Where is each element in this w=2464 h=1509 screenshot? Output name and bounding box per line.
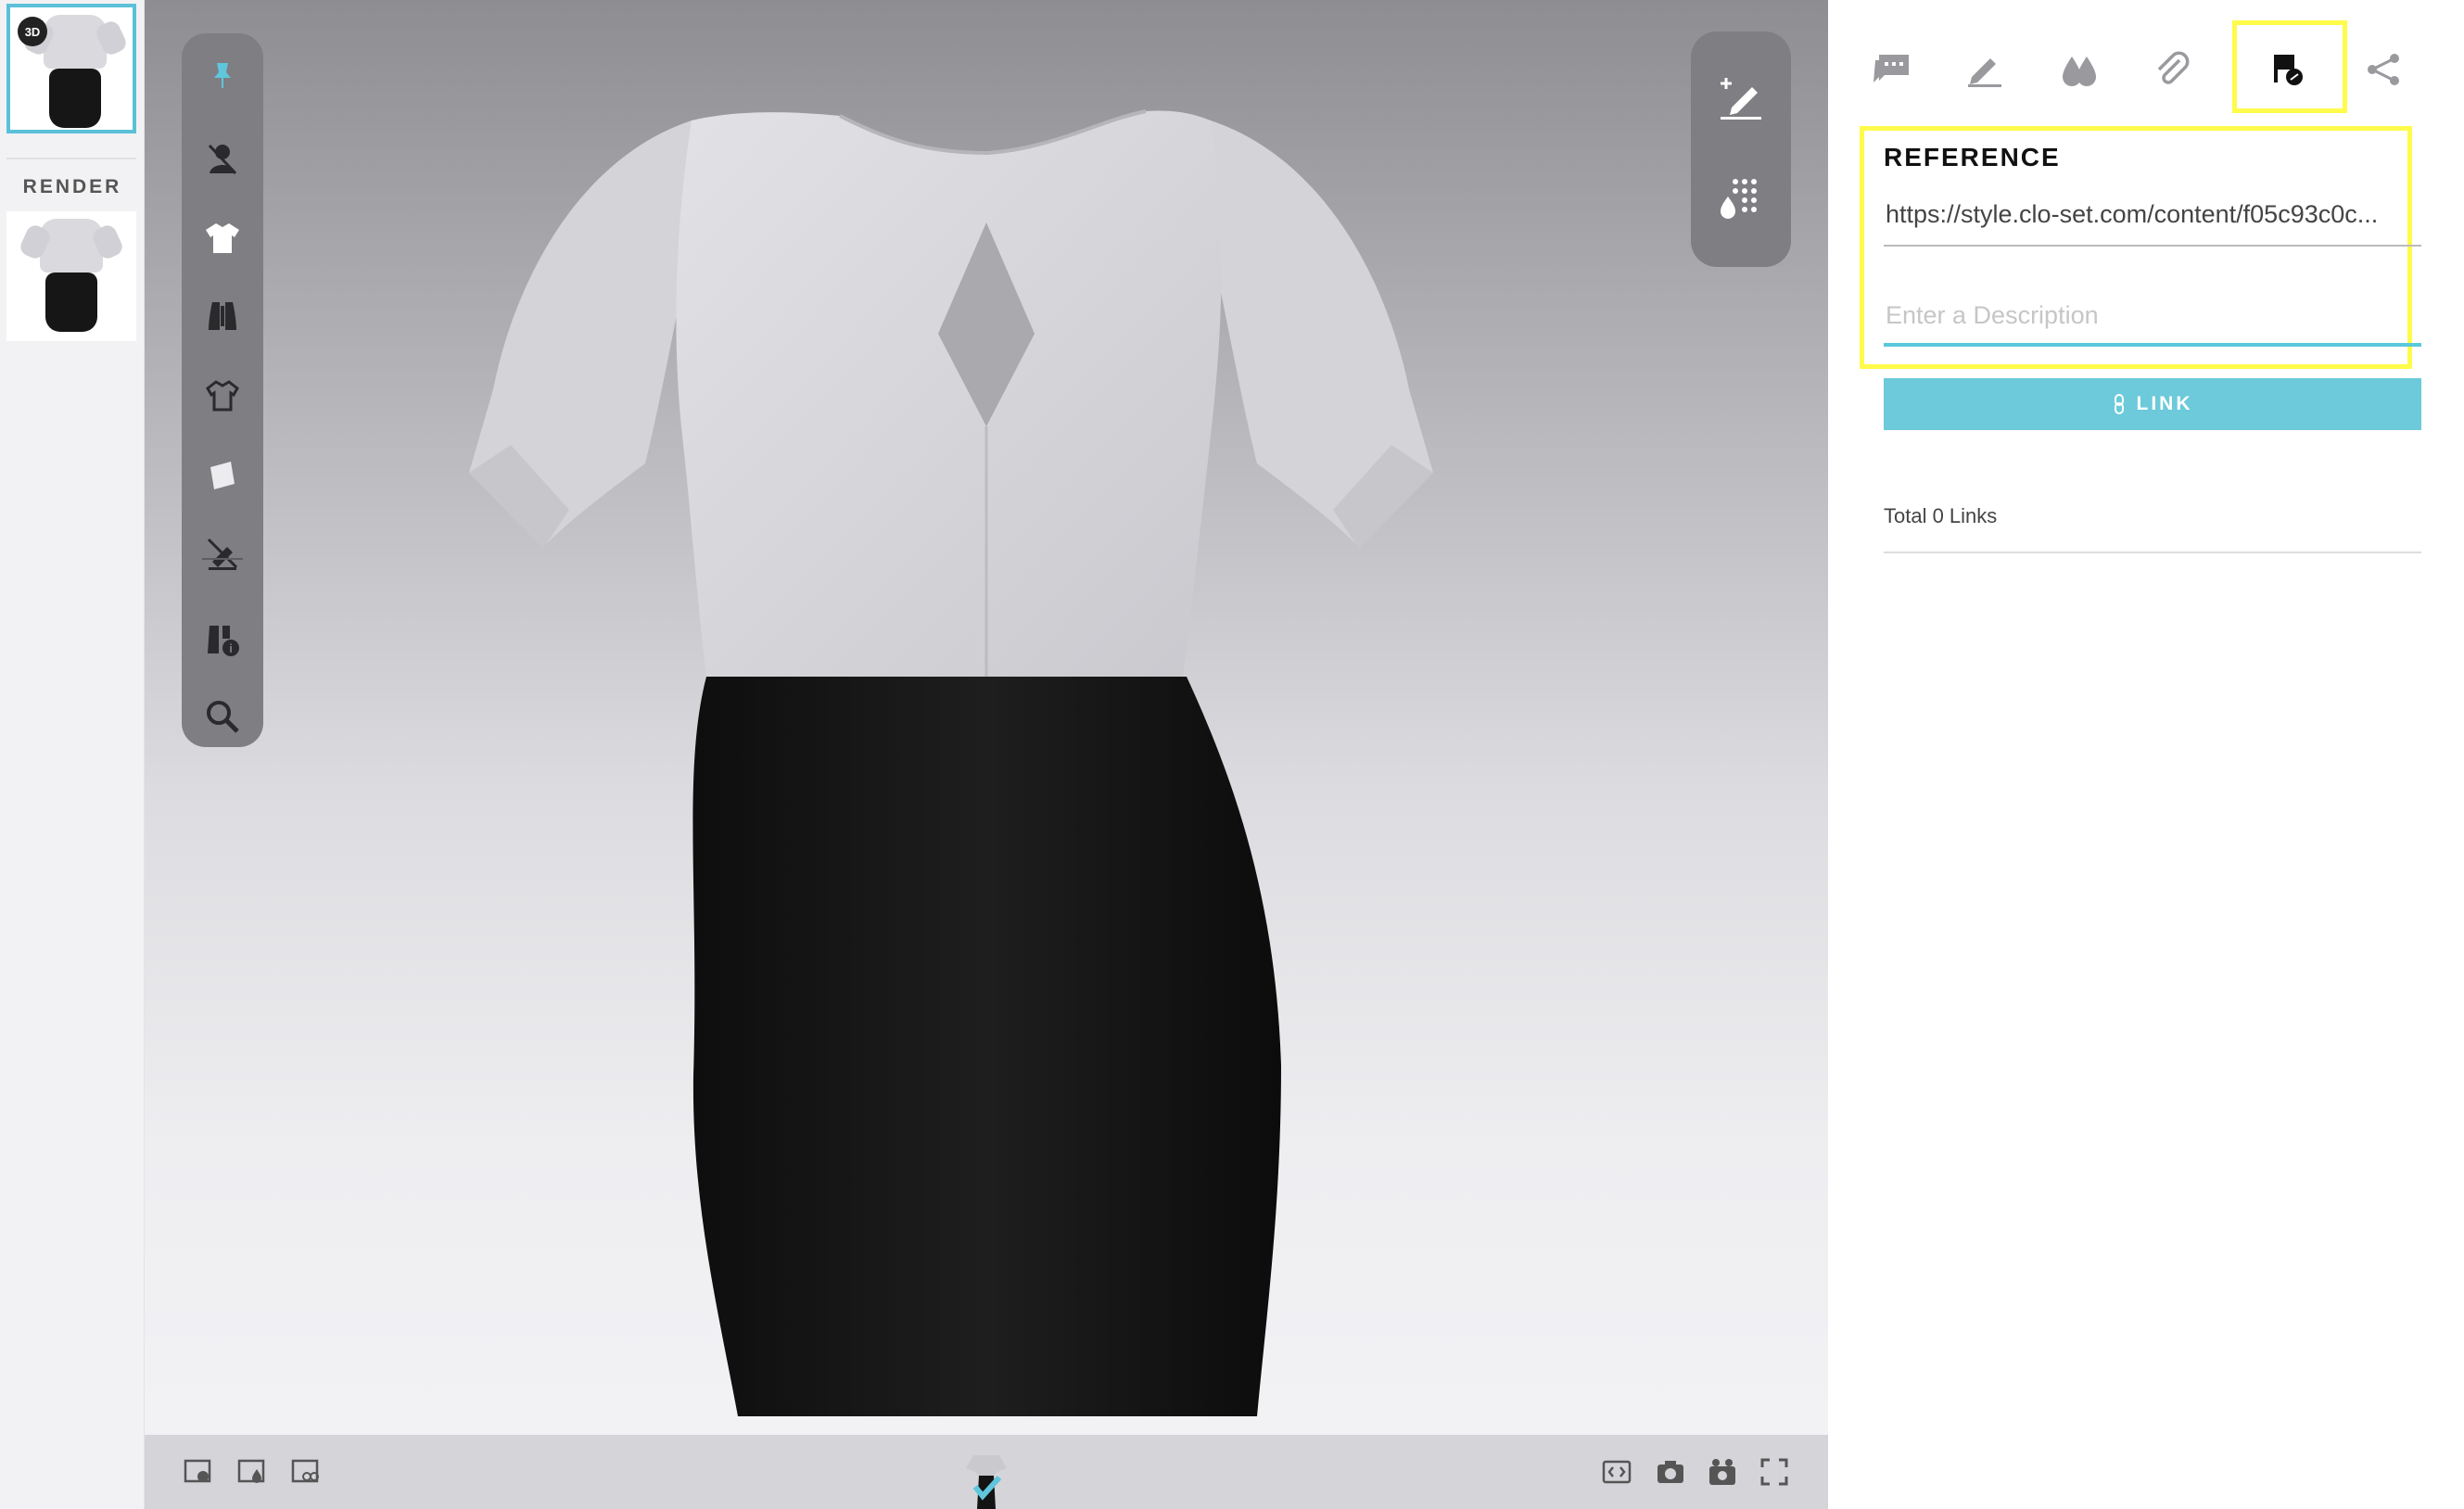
chain-link-icon (2114, 394, 2124, 414)
garment-model (469, 109, 1433, 1416)
divider (1884, 552, 2421, 553)
add-annotation-icon[interactable] (1713, 69, 1769, 124)
badge-3d: 3D (18, 17, 47, 46)
thumbnail-3d-view[interactable]: 3D (6, 4, 136, 133)
avatar-hide-icon[interactable] (199, 135, 246, 182)
camera-icon[interactable] (1652, 1453, 1689, 1490)
share-icon[interactable] (2351, 37, 2416, 102)
description-input[interactable] (1884, 287, 2421, 347)
thumbnail-skirt (45, 273, 97, 332)
garment-info-icon[interactable]: i (199, 615, 246, 662)
sheet-icon[interactable] (199, 452, 246, 499)
thumbnail-top (44, 15, 107, 69)
comments-icon[interactable] (1860, 37, 1924, 102)
side-panel: REFERENCE https://style.clo-set.com/cont… (1828, 0, 2464, 1509)
thumbnail-skirt (49, 69, 101, 128)
colorway-grid-icon[interactable] (1713, 171, 1769, 226)
scene-settings-icon[interactable] (180, 1453, 217, 1490)
total-links-count: Total 0 Links (1884, 504, 1998, 527)
attachment-icon[interactable] (2140, 37, 2204, 102)
embed-code-icon[interactable] (1598, 1453, 1635, 1490)
link-button[interactable]: LINK (1884, 378, 2421, 430)
svg-text:i: i (229, 641, 233, 655)
thumbnail-top (40, 219, 103, 273)
toolbar-divider (202, 558, 243, 560)
garment-detail-icon[interactable] (199, 373, 246, 419)
garment-icon[interactable] (199, 215, 246, 261)
snapshot-icon[interactable] (1704, 1453, 1741, 1490)
viewer-left-toolbar: i (182, 33, 263, 747)
viewer-bottom-bar (145, 1435, 1828, 1509)
thumbnail-rail: 3D RENDER (0, 0, 145, 1509)
fullscreen-icon[interactable] (1756, 1453, 1793, 1490)
avatar-settings-icon[interactable] (287, 1453, 324, 1490)
skirt (692, 677, 1281, 1416)
render-label: RENDER (22, 176, 122, 197)
bodice (676, 110, 1222, 677)
reference-url-field[interactable]: https://style.clo-set.com/content/f05c93… (1884, 191, 2421, 247)
viewer-right-toolbar (1691, 32, 1791, 267)
link-button-label: LINK (2136, 393, 2193, 414)
reference-link-icon[interactable] (2256, 37, 2321, 102)
colorway-drops-icon[interactable] (2047, 37, 2112, 102)
thumbnail-render[interactable] (6, 211, 136, 341)
pin-icon[interactable] (199, 52, 246, 98)
reference-title: REFERENCE (1884, 143, 2061, 171)
3d-viewport[interactable]: i (145, 0, 1828, 1435)
zoom-icon[interactable] (199, 693, 246, 740)
fabric-texture-icon[interactable] (199, 293, 246, 339)
colorway-thumbnail[interactable] (960, 1450, 1012, 1509)
edit-icon[interactable] (1952, 37, 2017, 102)
rail-divider (6, 158, 136, 159)
render-settings-icon[interactable] (234, 1453, 271, 1490)
hide-tool-icon[interactable] (199, 530, 246, 577)
